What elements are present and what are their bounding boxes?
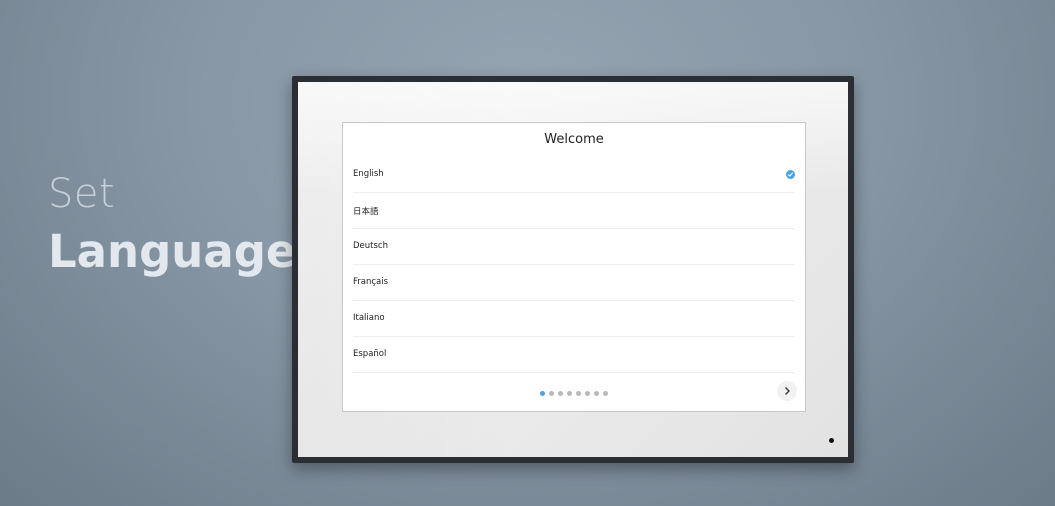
page-dot [603,391,608,396]
headline-set: Set [48,171,116,217]
language-option-japanese[interactable]: 日本語 [353,193,795,229]
language-label: English [353,169,384,179]
stage: Set Language Welcome English 日本語 Deutsch… [0,0,1055,506]
next-button[interactable] [777,381,797,401]
language-option-french[interactable]: Français [353,265,795,301]
language-option-english[interactable]: English [353,157,795,193]
chevron-right-icon [785,387,790,395]
page-dot [594,391,599,396]
frame-mat: Welcome English 日本語 Deutsch Français Ita… [298,82,848,457]
page-dot [549,391,554,396]
language-label: 日本語 [353,207,379,217]
language-label: Español [353,349,387,359]
frame-sensor [829,438,834,443]
page-dot [558,391,563,396]
headline-language: Language [48,225,297,278]
photo-frame-device: Welcome English 日本語 Deutsch Français Ita… [292,76,854,463]
check-circle-icon [786,170,795,179]
language-option-italian[interactable]: Italiano [353,301,795,337]
language-label: Italiano [353,313,385,323]
language-list: English 日本語 Deutsch Français Italiano Es… [343,157,805,373]
screen-title: Welcome [544,132,604,147]
page-dot-active [540,391,545,396]
device-screen: Welcome English 日本語 Deutsch Français Ita… [342,122,806,412]
language-option-german[interactable]: Deutsch [353,229,795,265]
language-label: Deutsch [353,241,388,251]
language-label: Français [353,277,389,287]
page-dot [576,391,581,396]
page-dot [567,391,572,396]
headline: Set Language [48,170,296,280]
page-dot [585,391,590,396]
language-option-spanish[interactable]: Español [353,337,795,373]
page-indicator [343,391,805,396]
